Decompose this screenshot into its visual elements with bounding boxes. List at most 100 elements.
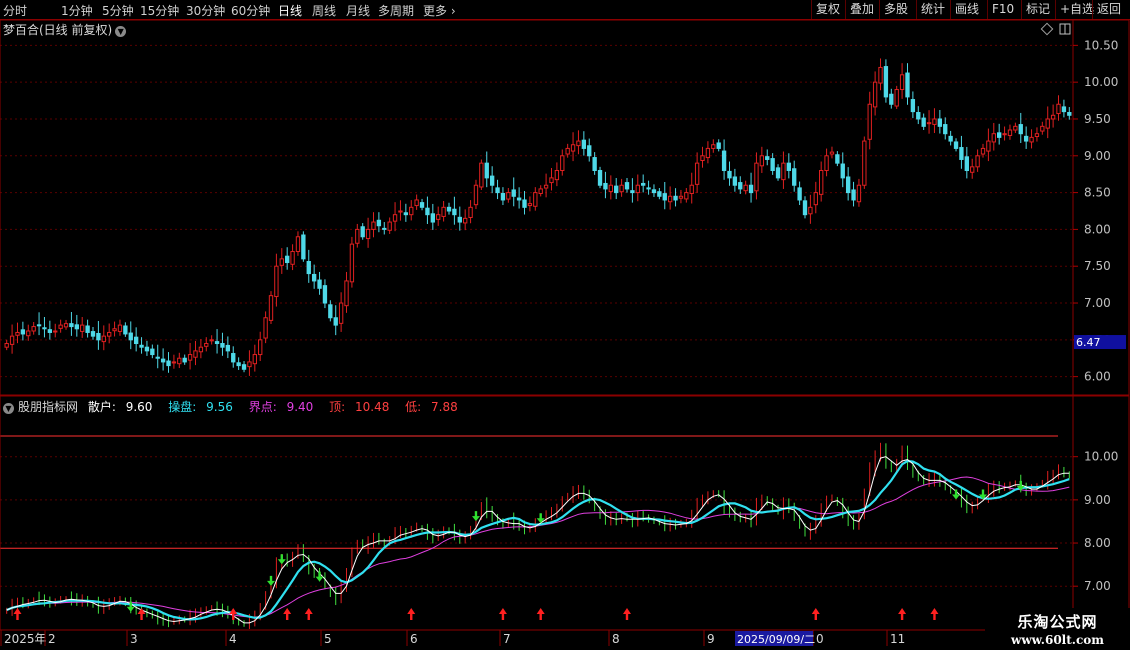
candle-body [198,346,204,353]
candle-body [376,219,382,227]
candle-body [425,207,430,216]
candle-body [824,155,829,172]
candle-body [603,182,608,190]
candle-body [883,66,889,98]
candle-body [635,184,640,194]
jiedian-label: 界点: [248,400,277,414]
candle-body [36,324,42,327]
candle-body [1034,133,1040,137]
indicator-name: 股朋指标网 [18,400,79,414]
candle-body [15,331,20,336]
candle-body [452,208,457,216]
candle-body [177,357,182,365]
candle-body [80,324,85,332]
candle-body [123,325,128,335]
candle-body [274,265,279,298]
y-tick-label-main: 8.50 [1084,186,1111,200]
arrow-up-icon [13,608,22,620]
stock-title[interactable]: 梦百合(日线 前复权) ▼ [3,21,127,38]
candle-body [624,182,630,190]
di-label: 低: [405,400,422,414]
signal-arrows [13,480,1036,620]
jiedian-value: 9.40 [286,400,314,414]
candle-body [47,329,53,333]
candle-body [592,157,597,172]
candle-body [133,336,139,345]
axes: 10.5010.009.509.008.508.007.507.006.506.… [0,19,1130,646]
candle-body [365,228,371,240]
candle-body [150,348,155,356]
arrow-up-icon [536,608,545,620]
candle-body [667,195,673,203]
chevron-down-icon[interactable]: ▼ [3,403,14,414]
candle-body [371,221,376,230]
candle-body [290,250,295,265]
candle-body [446,206,452,212]
candle-body [926,122,932,125]
candle-body [727,170,732,179]
arrow-up-icon [407,608,416,620]
candle-body [414,199,419,207]
candle-body [835,154,840,164]
time-label: 7 [503,632,511,646]
candle-body [74,324,79,330]
candle-body [991,133,996,143]
candle-body [398,210,403,213]
candle-body [306,261,311,275]
candle-body [651,189,657,194]
candle-body [943,124,948,135]
candle-body [754,162,759,192]
candle-body [862,140,867,186]
candle-body [808,206,813,215]
candle-body [1002,133,1007,136]
current-price-label: 6.47 [1076,336,1101,349]
candle-body [889,93,894,105]
candle-body [409,206,414,216]
candle-body [360,226,365,238]
chevron-down-icon[interactable]: ▼ [115,26,127,37]
y-tick-label-main: 7.00 [1084,296,1111,310]
candle-body [220,343,225,348]
candle-body [182,357,187,363]
candle-body [1045,118,1050,129]
arrow-down-icon [536,513,545,524]
candle-body [516,197,522,201]
candle-body [128,332,133,341]
time-label: 4 [229,632,237,646]
candle-body [964,156,969,172]
candle-body [355,228,360,244]
candle-body [1023,135,1029,142]
indicator-title: ▼ 股朋指标网 散户: 9.60 操盘: 9.56 界点: 9.40 顶: 10.… [3,398,470,415]
candle-body [522,199,527,208]
time-label: 2 [48,632,56,646]
candle-body [317,279,322,289]
candle-body [872,81,878,108]
candle-body [457,216,462,223]
candle-body [543,184,549,189]
candle-body [797,187,802,201]
candle-body [581,139,587,149]
candle-body [430,213,435,223]
candle-body [204,343,209,347]
candle-body [1040,125,1045,132]
y-tick-label-main: 10.00 [1084,75,1118,89]
candle-body [770,158,775,172]
y-tick-label-main: 9.00 [1084,149,1111,163]
candle-body [322,285,328,304]
candle-body [26,330,31,337]
candle-body [387,221,392,231]
candle-body [193,350,198,358]
y-tick-label-indicator: 8.00 [1084,536,1111,550]
candle-body [171,361,177,364]
watermark-line2: www.60lt.com [1011,633,1104,647]
candle-body [382,227,387,230]
candle-body [937,118,943,127]
chart-area[interactable]: 10.5010.009.509.008.508.007.507.006.506.… [0,0,1130,650]
candle-body [90,331,96,337]
candle-body [258,339,263,356]
ding-label: 顶: [329,400,346,414]
time-label: 0 [816,632,824,646]
candle-body [765,156,770,160]
candle-body [107,331,112,337]
candle-body [705,147,711,159]
